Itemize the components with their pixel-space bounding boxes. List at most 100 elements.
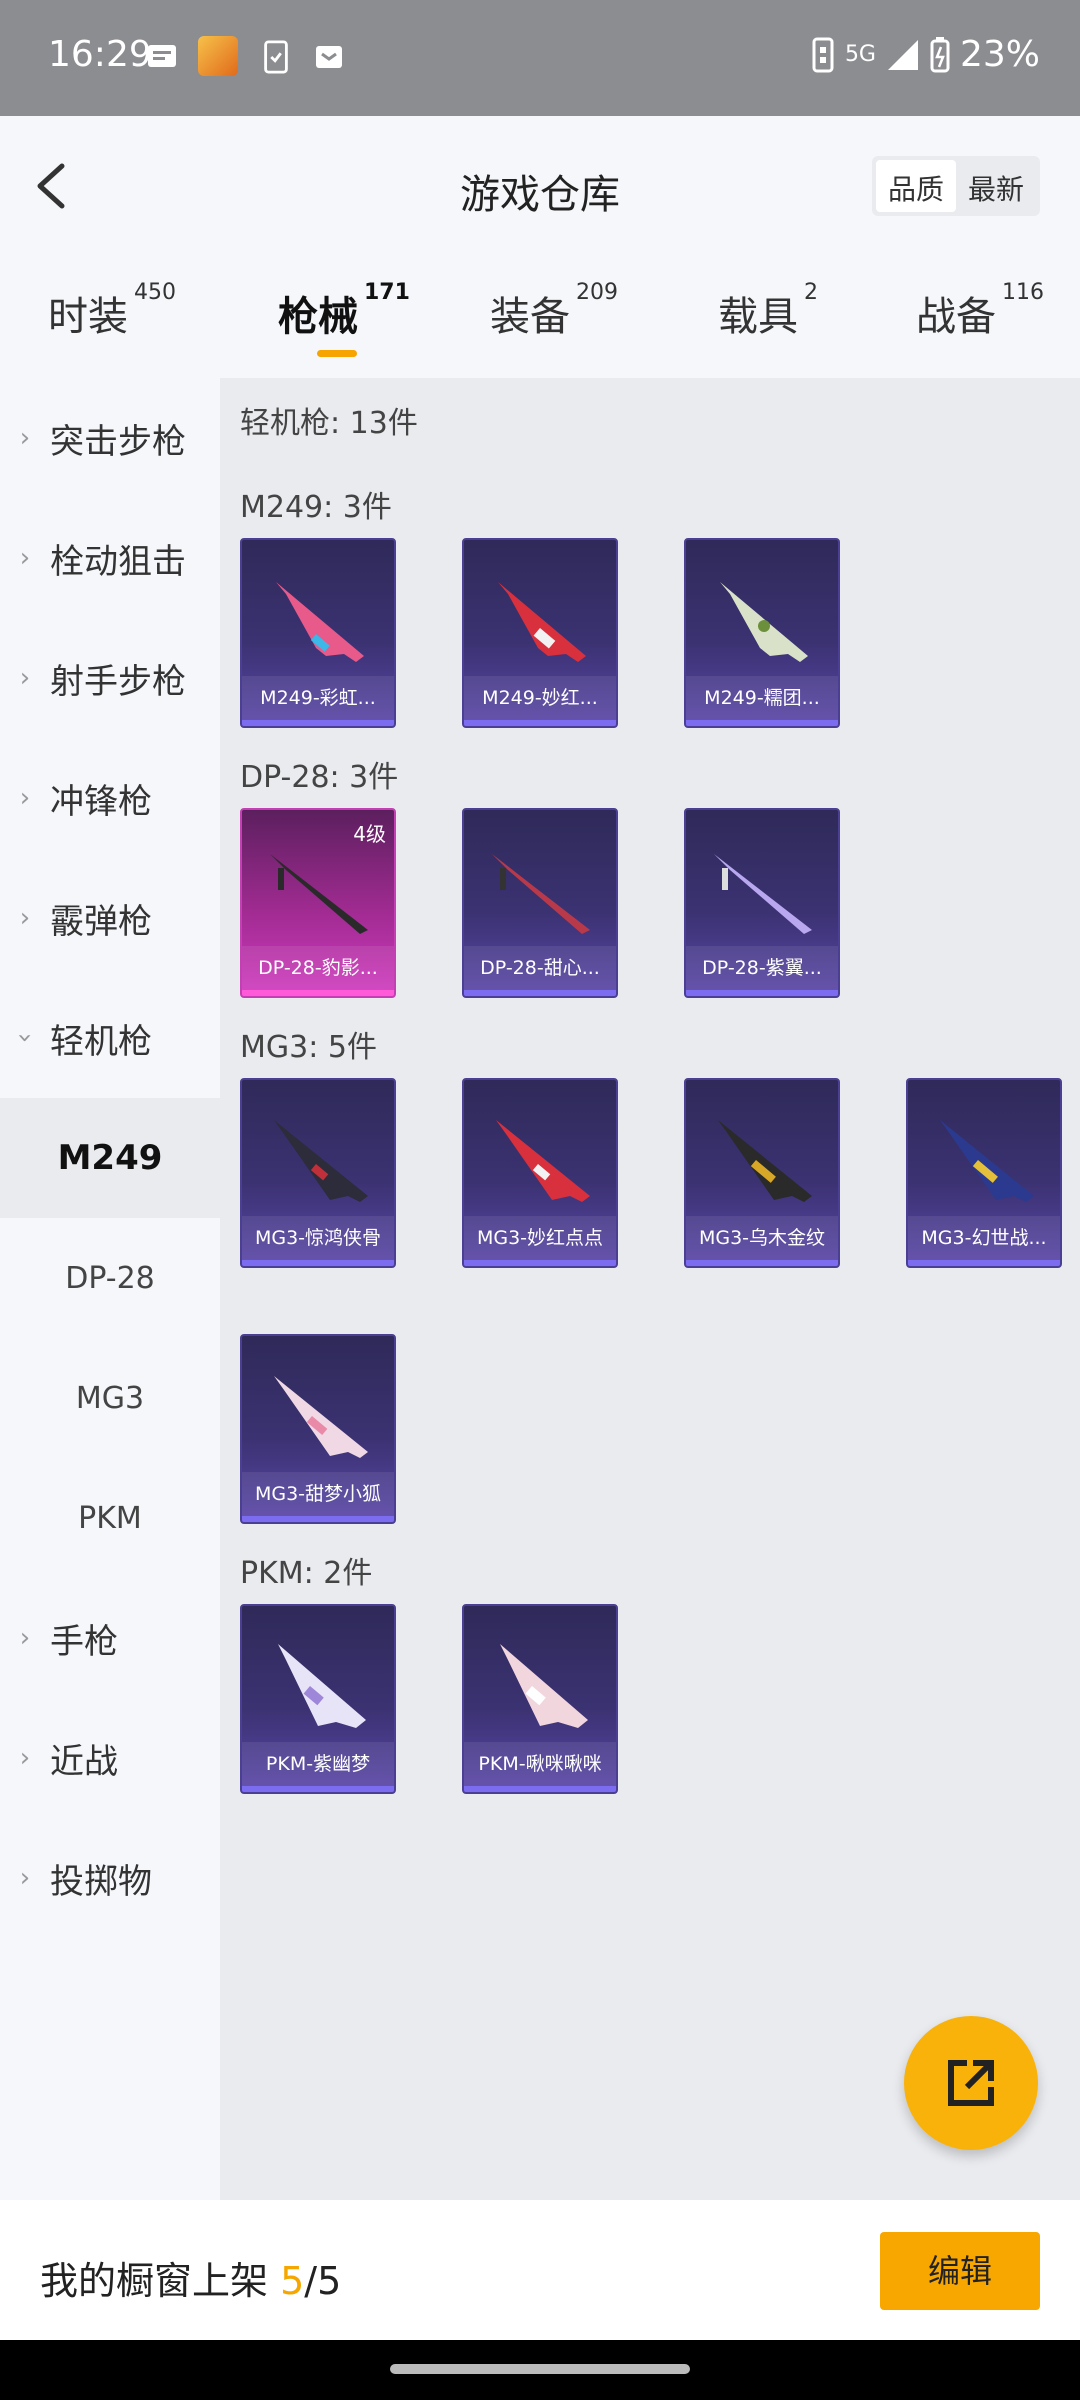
rarity-bar [242, 1260, 394, 1266]
chevron-right-icon: › [19, 1623, 31, 1653]
sidebar-subitem-m249[interactable]: M249 [0, 1098, 220, 1218]
sidebar-item-shotgun[interactable]: › 霰弹枪 [0, 858, 220, 978]
item-card[interactable]: MG3-幻世战... [906, 1078, 1062, 1268]
tab-count: 171 [364, 280, 410, 305]
sidebar-item-label: 霰弹枪 [50, 901, 152, 942]
gun-icon [492, 854, 590, 934]
chevron-right-icon: › [19, 1743, 31, 1773]
sidebar: › 突击步枪 › 栓动狙击 › 射手步枪 › 冲锋枪 › 霰弹枪 › 轻机枪 M249 DP… [0, 378, 220, 2200]
gun-icon [274, 1120, 368, 1202]
tab-battle-gear[interactable]: 战备116 [916, 280, 1044, 342]
rarity-bar [686, 720, 838, 726]
gun-icon [498, 582, 586, 662]
item-card[interactable]: DP-28-紫翼... [684, 808, 840, 998]
tab-fashion[interactable]: 时装450 [48, 280, 176, 342]
signal-icon [887, 39, 918, 70]
sidebar-item-label: 突击步枪 [50, 421, 186, 462]
tab-label: 战备 [916, 294, 996, 340]
tab-count: 2 [804, 280, 818, 305]
rarity-bar [242, 990, 394, 996]
sidebar-item-label: 投掷物 [50, 1861, 152, 1902]
tab-equipment[interactable]: 装备209 [490, 280, 618, 342]
item-card[interactable]: MG3-乌木金纹 [684, 1078, 840, 1268]
sidebar-item-smg[interactable]: › 冲锋枪 [0, 738, 220, 858]
sort-quality-button[interactable]: 品质 [875, 160, 956, 212]
gun-icon [500, 1644, 588, 1728]
system-nav-bar [0, 2340, 1080, 2400]
item-card-label: DP-28-紫翼... [686, 946, 838, 990]
gun-icon [278, 1644, 366, 1728]
sidebar-subitem-mg3[interactable]: MG3 [0, 1338, 220, 1458]
rarity-bar [464, 720, 616, 726]
tab-label: 枪械 [278, 294, 358, 340]
sidebar-item-bolt-sniper[interactable]: › 栓动狙击 [0, 498, 220, 618]
home-gesture-handle[interactable] [390, 2364, 690, 2374]
gun-icon [496, 1120, 590, 1202]
sidebar-item-throwables[interactable]: › 投掷物 [0, 1818, 220, 1938]
item-card-label: MG3-幻世战... [908, 1216, 1060, 1260]
rarity-bar [242, 1516, 394, 1522]
category-tabs: 时装450 枪械171 装备209 载具2 战备116 [0, 256, 1080, 376]
share-external-icon [948, 2060, 994, 2106]
item-card[interactable]: PKM-啾咪啾咪 [462, 1604, 618, 1794]
tab-label: 载具 [718, 294, 798, 340]
item-card[interactable]: M249-糯团... [684, 538, 840, 728]
game-app-icon [198, 36, 238, 76]
item-card-label: M249-糯团... [686, 676, 838, 720]
tab-vehicles[interactable]: 载具2 [718, 280, 818, 342]
chevron-right-icon: › [19, 423, 31, 453]
rarity-bar [464, 1260, 616, 1266]
gun-icon [274, 1376, 368, 1458]
sidebar-subitem-dp28[interactable]: DP-28 [0, 1218, 220, 1338]
item-card-label: DP-28-甜心... [464, 946, 616, 990]
battery-percent: 23% [959, 34, 1040, 75]
rarity-bar [464, 990, 616, 996]
item-card-label: MG3-妙红点点 [464, 1216, 616, 1260]
item-card[interactable]: DP-28-甜心... [462, 808, 618, 998]
showcase-current: 5 [280, 2259, 305, 2303]
sidebar-subitem-pkm[interactable]: PKM [0, 1458, 220, 1578]
group-title-pkm: PKM: 2件 [240, 1556, 373, 1591]
item-card-label: MG3-乌木金纹 [686, 1216, 838, 1260]
item-card[interactable]: 4级 DP-28-豹影... [240, 808, 396, 998]
sidebar-item-lmg[interactable]: › 轻机枪 [0, 978, 220, 1098]
tab-count: 209 [576, 280, 618, 305]
phone-sync-icon [264, 40, 288, 74]
sidebar-item-melee[interactable]: › 近战 [0, 1698, 220, 1818]
item-card[interactable]: PKM-紫幽梦 [240, 1604, 396, 1794]
item-card-label: DP-28-豹影... [242, 946, 394, 990]
page-header: 游戏仓库 品质 最新 [0, 116, 1080, 256]
chevron-right-icon: › [19, 903, 31, 933]
status-time: 16:29 [48, 34, 152, 75]
showcase-status: 我的橱窗上架 5/5 [40, 2250, 341, 2305]
rarity-bar [242, 720, 394, 726]
sidebar-item-label: 射手步枪 [50, 661, 186, 702]
rarity-bar [908, 1260, 1060, 1266]
sort-latest-button[interactable]: 最新 [956, 160, 1036, 212]
item-card-label: MG3-惊鸿侠骨 [242, 1216, 394, 1260]
item-card[interactable]: M249-彩虹... [240, 538, 396, 728]
sidebar-item-assault-rifle[interactable]: › 突击步枪 [0, 378, 220, 498]
sidebar-item-marksman-rifle[interactable]: › 射手步枪 [0, 618, 220, 738]
share-button[interactable] [904, 2016, 1038, 2150]
rarity-bar [686, 1260, 838, 1266]
group-title-dp28: DP-28: 3件 [240, 760, 399, 795]
chevron-right-icon: › [19, 783, 31, 813]
gun-icon [940, 1120, 1034, 1202]
item-card[interactable]: MG3-妙红点点 [462, 1078, 618, 1268]
chevron-right-icon: › [19, 663, 31, 693]
tab-label: 时装 [48, 294, 128, 340]
sidebar-item-pistol[interactable]: › 手枪 [0, 1578, 220, 1698]
inventory-content: 轻机枪: 13件 M249: 3件 M249-彩虹... M249-妙红... … [220, 378, 1080, 2200]
item-card-label: PKM-紫幽梦 [242, 1742, 394, 1786]
item-card-label: MG3-甜梦小狐 [242, 1472, 394, 1516]
item-card[interactable]: MG3-惊鸿侠骨 [240, 1078, 396, 1268]
item-card[interactable]: M249-妙红... [462, 538, 618, 728]
edit-button[interactable]: 编辑 [880, 2232, 1040, 2310]
showcase-bar: 我的橱窗上架 5/5 编辑 [0, 2200, 1080, 2340]
item-card[interactable]: MG3-甜梦小狐 [240, 1334, 396, 1524]
tab-firearms[interactable]: 枪械171 [278, 280, 410, 342]
chevron-down-icon: › [10, 1032, 40, 1044]
tab-count: 116 [1002, 280, 1044, 305]
vibrate-icon [812, 37, 834, 72]
